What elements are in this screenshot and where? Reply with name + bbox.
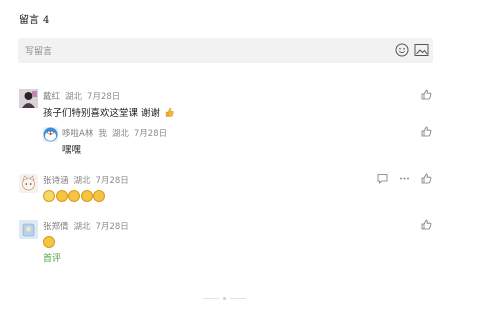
like-icon[interactable] — [421, 219, 432, 230]
comment-date: 7月28日 — [87, 92, 121, 102]
comment-author[interactable]: 戴红 — [43, 92, 60, 102]
avatar-image — [19, 220, 38, 239]
comment-region: 湖北 — [73, 222, 91, 232]
like-icon[interactable] — [421, 89, 432, 100]
reply-date: 7月28日 — [133, 129, 168, 139]
comment-text: 孩子们特别喜欢这堂课 谢谢 — [43, 105, 174, 119]
comment-meta: 戴红 湖北 7月28日 — [43, 90, 120, 102]
reply-region: 湖北 — [111, 129, 129, 139]
comment-input[interactable]: 写留言 — [18, 38, 433, 63]
thinking-emoji-icon — [80, 190, 93, 202]
reply-like-icon[interactable] — [421, 126, 432, 137]
divider-dot — [223, 297, 226, 300]
reply-avatar[interactable] — [43, 127, 58, 142]
comment-text-content: 孩子们特别喜欢这堂课 谢谢 — [43, 108, 161, 119]
comment-date: 7月28日 — [95, 176, 129, 186]
end-of-list-indicator — [203, 288, 246, 307]
avatar[interactable] — [19, 174, 38, 193]
smiley-icon[interactable] — [395, 43, 409, 57]
avatar[interactable] — [19, 220, 38, 239]
thinking-emoji-icon — [68, 190, 80, 202]
comment-emoji-row — [43, 190, 106, 204]
comment-meta: 张诗涵 湖北 7月28日 — [43, 174, 129, 186]
doraemon-avatar-image — [43, 127, 58, 142]
comment-region: 湖北 — [73, 176, 91, 186]
comment-region: 湖北 — [65, 92, 83, 102]
avatar-image — [19, 89, 38, 108]
avatar[interactable] — [19, 89, 38, 108]
reply-text: 嘿嘿 — [62, 145, 82, 156]
avatar-image — [19, 174, 38, 193]
face-emoji-icon — [43, 190, 55, 202]
divider-line — [230, 298, 246, 299]
thinking-emoji-icon — [43, 236, 55, 248]
comment-meta: 张郑倩 湖北 7月28日 — [43, 220, 129, 232]
comments-title-label: 留言 — [19, 15, 39, 26]
reply-author[interactable]: 哆啦A林 — [62, 129, 93, 139]
first-comment-badge: 首评 — [43, 254, 62, 264]
comment-date: 7月28日 — [95, 222, 129, 232]
comments-count: 4 — [43, 15, 50, 26]
reply-meta: 哆啦A林我湖北 7月28日 — [62, 127, 167, 139]
comment-author[interactable]: 张诗涵 — [43, 176, 69, 186]
comments-title: 留言 4 — [19, 11, 49, 26]
comment-author[interactable]: 张郑倩 — [43, 222, 69, 232]
reply-comment-icon[interactable] — [377, 173, 388, 184]
thinking-emoji-icon — [55, 190, 68, 202]
like-icon[interactable] — [421, 173, 432, 184]
thinking-emoji-icon — [93, 190, 105, 202]
comment-input-placeholder: 写留言 — [25, 47, 53, 57]
comment-emoji-row — [43, 236, 56, 250]
image-icon[interactable] — [414, 43, 429, 57]
divider-line — [203, 298, 219, 299]
thumbs-up-emoji-icon — [165, 107, 174, 117]
more-options-icon[interactable] — [399, 173, 410, 184]
reply-author-tag: 我 — [98, 129, 107, 139]
